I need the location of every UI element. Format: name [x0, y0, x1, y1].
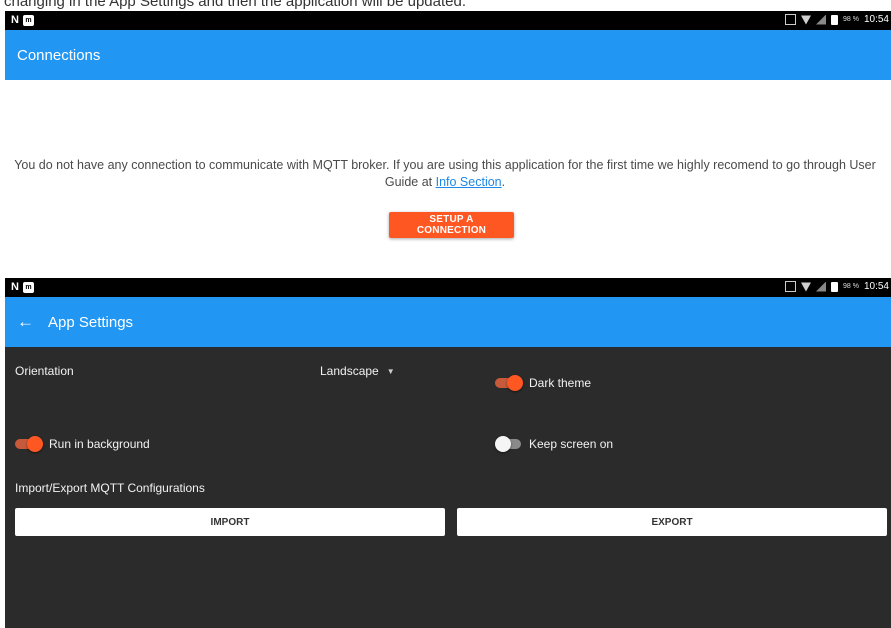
nfc-icon: [785, 14, 796, 25]
orientation-value: Landscape: [320, 364, 379, 378]
orientation-dropdown[interactable]: Landscape ▼: [320, 364, 395, 378]
battery-icon: [831, 281, 838, 292]
settings-panel: Orientation Landscape ▼ Dark theme Run i…: [5, 347, 891, 628]
orientation-label: Orientation: [15, 364, 74, 378]
battery-percent: 98 %: [843, 283, 859, 290]
info-section-link[interactable]: Info Section: [436, 175, 502, 189]
n-letter: N: [11, 14, 19, 26]
notification-icon: m: [22, 14, 34, 26]
run-in-background-switch[interactable]: [15, 436, 43, 452]
signal-icon: [816, 281, 826, 292]
export-button[interactable]: EXPORT: [457, 508, 887, 536]
run-in-background-label: Run in background: [49, 437, 150, 451]
back-arrow-icon[interactable]: ←: [17, 312, 34, 332]
dark-theme-label: Dark theme: [529, 376, 592, 390]
clock: 10:54: [863, 14, 889, 25]
status-bar-bottom: N m 98 % 10:54: [5, 278, 891, 297]
signal-icon: [816, 14, 826, 25]
clipped-text: changing in the App Settings and then th…: [4, 0, 467, 10]
import-export-label: Import/Export MQTT Configurations: [15, 481, 205, 495]
no-connection-message: You do not have any connection to commun…: [5, 157, 885, 191]
notification-icon: m: [22, 281, 34, 293]
page-title: Connections: [17, 46, 101, 64]
nfc-icon: [785, 281, 796, 292]
n-letter: N: [11, 281, 19, 293]
message-end: .: [501, 175, 506, 189]
settings-app-bar: ← App Settings: [5, 297, 891, 347]
dark-theme-switch[interactable]: [495, 375, 523, 391]
wifi-icon: [801, 282, 811, 292]
setup-connection-button[interactable]: SETUP A CONNECTION: [389, 212, 514, 238]
caret-down-icon: ▼: [386, 366, 395, 376]
battery-percent: 98 %: [843, 16, 859, 23]
page-title: App Settings: [48, 313, 134, 331]
clipped-header-text: changing in the App Settings and then th…: [0, 0, 891, 11]
clock: 10:54: [863, 281, 889, 292]
connections-app-bar: Connections: [5, 30, 891, 80]
battery-icon: [831, 14, 838, 25]
status-bar-top: N m 98 % 10:54: [5, 11, 891, 30]
keep-screen-on-switch[interactable]: [495, 436, 523, 452]
keep-screen-on-label: Keep screen on: [529, 437, 614, 451]
import-button[interactable]: IMPORT: [15, 508, 445, 536]
wifi-icon: [801, 15, 811, 25]
